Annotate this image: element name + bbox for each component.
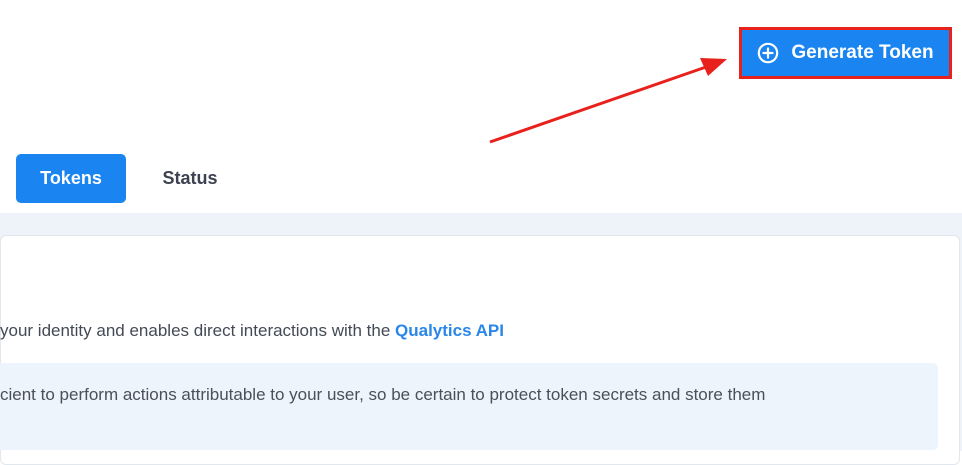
info-text: cient to perform actions attributable to… [0,385,766,404]
description-text: your identity and enables direct interac… [0,321,396,340]
tab-tokens[interactable]: Tokens [16,154,126,203]
plus-circle-icon [758,42,779,64]
card-description: your identity and enables direct interac… [0,321,504,341]
qualytics-api-link[interactable]: Qualytics API [395,321,504,340]
generate-token-label: Generate Token [791,42,934,63]
info-box [0,363,938,450]
generate-token-button[interactable]: Generate Token [739,27,952,79]
tab-status[interactable]: Status [140,154,240,203]
